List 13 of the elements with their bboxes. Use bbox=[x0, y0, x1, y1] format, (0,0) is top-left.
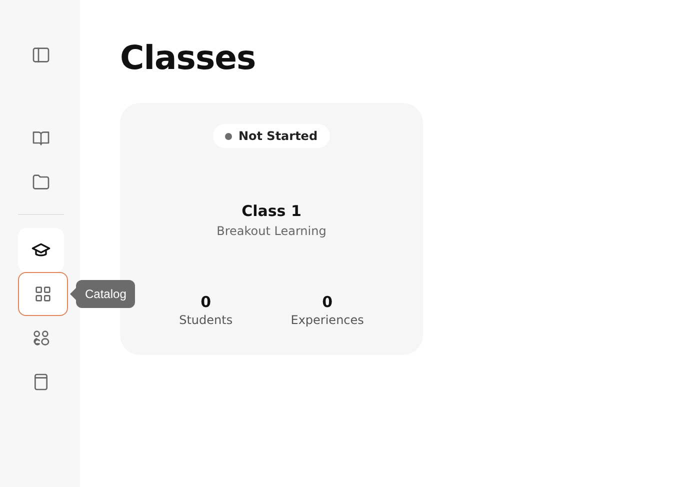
sidebar-nav-item[interactable] bbox=[18, 228, 64, 272]
stat-value: 0 bbox=[200, 293, 212, 311]
class-title: Class 1 bbox=[242, 202, 302, 220]
class-subtitle: Breakout Learning bbox=[216, 224, 326, 238]
stat-value: 0 bbox=[322, 293, 333, 311]
status-label: Not Started bbox=[238, 129, 318, 143]
page-title: Classes bbox=[120, 38, 257, 77]
grid-icon bbox=[33, 284, 53, 304]
sidebar-toggle-icon bbox=[31, 45, 51, 65]
stat-label: Experiences bbox=[290, 313, 364, 327]
stat-label: Students bbox=[179, 313, 233, 327]
people-icon bbox=[31, 328, 51, 348]
folder-icon bbox=[31, 172, 51, 192]
